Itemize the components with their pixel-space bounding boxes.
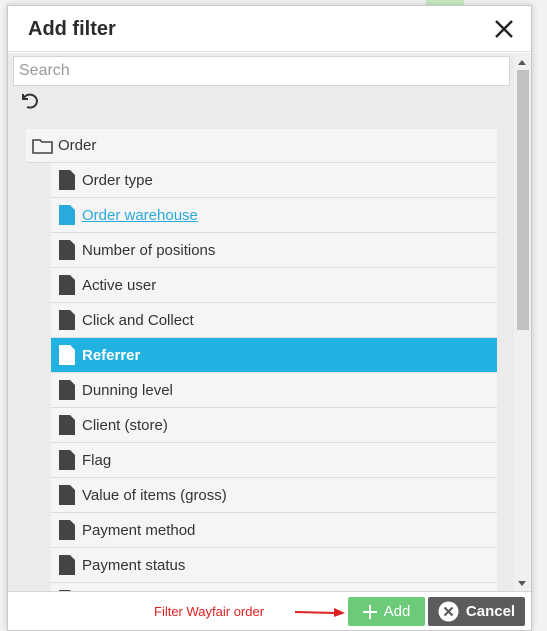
document-icon <box>59 450 75 470</box>
scroll-up-icon[interactable] <box>518 60 526 65</box>
tree-item[interactable]: Value of items (gross) <box>51 478 497 513</box>
tree-item-label: Active user <box>82 276 157 294</box>
document-icon <box>59 485 75 505</box>
tree-folder-order[interactable]: Order <box>26 129 497 163</box>
scroll-down-icon[interactable] <box>518 581 526 586</box>
tree-folder-label: Order <box>58 137 97 154</box>
tree-item[interactable]: Payment status <box>51 548 497 583</box>
document-icon <box>59 170 75 190</box>
tree-item[interactable]: Active user <box>51 268 497 303</box>
tree-item-label: Payment status <box>82 556 186 574</box>
dialog-header: Add filter <box>8 6 531 52</box>
tree-item[interactable]: Payment method <box>51 513 497 548</box>
document-icon <box>59 555 75 575</box>
search-input[interactable] <box>13 56 510 86</box>
plus-icon <box>362 604 377 619</box>
tree-item[interactable]: Referrer <box>51 338 497 373</box>
document-icon <box>59 275 75 295</box>
dialog-body: Order Order type Order warehouse Number of… <box>8 53 531 591</box>
document-icon <box>59 240 75 260</box>
annotation-text: Filter Wayfair order <box>154 604 265 619</box>
tree-item-label: Referrer <box>82 346 141 364</box>
add-button[interactable]: Add <box>348 597 425 626</box>
tree-item-label: Order type <box>82 171 153 189</box>
scrollbar[interactable] <box>514 53 531 591</box>
scrollbar-thumb[interactable] <box>517 70 529 330</box>
tree-item-label: Client (store) <box>82 416 168 434</box>
close-circle-icon <box>438 601 459 622</box>
tree-item-label: Flag <box>82 451 112 469</box>
tree-item[interactable]: Order warehouse <box>51 198 497 233</box>
document-icon <box>59 380 75 400</box>
tree-item-label: Number of positions <box>82 241 216 259</box>
tree-item[interactable]: Flag <box>51 443 497 478</box>
document-icon <box>59 205 75 225</box>
tree-item-label: Value of items (gross) <box>82 486 227 504</box>
tree-item[interactable] <box>51 583 497 591</box>
tree-item-label: Payment method <box>82 521 196 539</box>
add-button-label: Add <box>383 603 411 620</box>
tree-item-label: Click and Collect <box>82 311 194 329</box>
undo-icon[interactable] <box>19 90 39 110</box>
dialog-footer: Filter Wayfair order Add Cancel <box>8 591 531 630</box>
cancel-button[interactable]: Cancel <box>428 597 525 626</box>
add-filter-dialog: Add filter Order Order type Order warehou… <box>7 5 532 631</box>
tree-item[interactable]: Client (store) <box>51 408 497 443</box>
tree-item[interactable]: Dunning level <box>51 373 497 408</box>
dialog-title: Add filter <box>28 18 116 40</box>
tree-item[interactable]: Number of positions <box>51 233 497 268</box>
document-icon <box>59 520 75 540</box>
tree-item-label: Dunning level <box>82 381 173 399</box>
tree-item[interactable]: Order type <box>51 163 497 198</box>
document-icon <box>59 415 75 435</box>
close-icon[interactable] <box>491 16 517 42</box>
annotation-arrow-icon <box>294 608 345 617</box>
document-icon <box>59 345 75 365</box>
cancel-button-label: Cancel <box>465 603 516 620</box>
folder-icon <box>32 138 53 154</box>
tree-item-list: Order type Order warehouse Number of posit… <box>51 163 497 591</box>
tree-item-label: Order warehouse <box>82 206 198 224</box>
tree-item[interactable]: Click and Collect <box>51 303 497 338</box>
document-icon <box>59 310 75 330</box>
